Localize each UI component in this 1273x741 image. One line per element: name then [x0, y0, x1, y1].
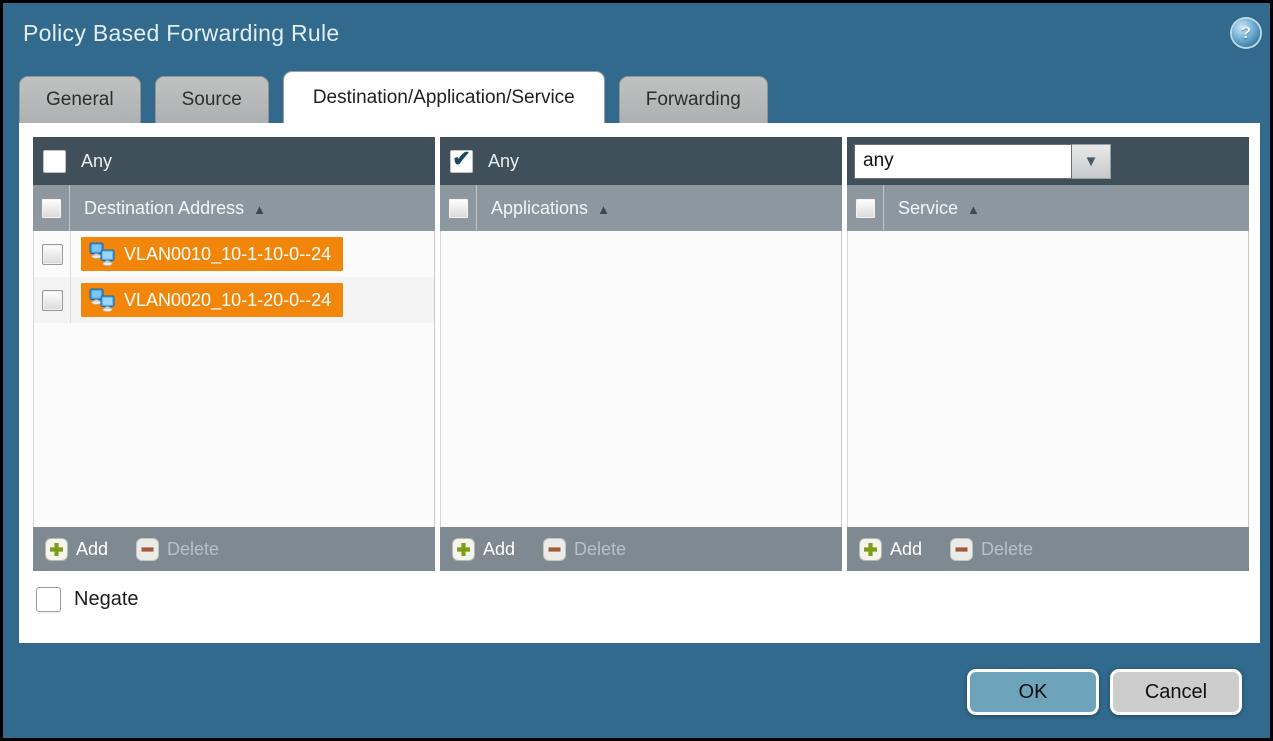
ok-button[interactable]: OK — [967, 669, 1099, 715]
address-label: VLAN0020_10-1-20-0--24 — [124, 290, 331, 311]
row-checkbox[interactable] — [42, 290, 63, 311]
sort-ascending-icon[interactable]: ▲ — [597, 200, 610, 217]
row-checkbox[interactable] — [42, 244, 63, 265]
negate-checkbox[interactable] — [36, 587, 61, 612]
destination-select-all-checkbox[interactable] — [41, 198, 62, 219]
destination-any-label: Any — [81, 151, 112, 172]
policy-based-forwarding-dialog: Policy Based Forwarding Rule ? General S… — [0, 0, 1273, 741]
cancel-button[interactable]: Cancel — [1110, 669, 1242, 715]
applications-delete-button[interactable]: Delete — [543, 538, 626, 561]
address-label: VLAN0010_10-1-10-0--24 — [124, 244, 331, 265]
delete-label: Delete — [167, 539, 219, 560]
dialog-action-buttons: OK Cancel — [967, 669, 1242, 715]
service-column: any ▼ Service ▲ — [847, 137, 1249, 571]
chevron-down-icon: ▼ — [1084, 153, 1099, 170]
row-checkbox-cell — [34, 277, 71, 323]
applications-any-checkbox[interactable]: ✔ — [450, 150, 473, 173]
applications-header-row[interactable]: Applications ▲ — [440, 185, 842, 231]
service-delete-button[interactable]: Delete — [950, 538, 1033, 561]
negate-label: Negate — [74, 588, 139, 611]
service-type-value[interactable]: any — [854, 144, 1072, 179]
row-checkbox-cell — [34, 231, 71, 277]
service-footer: Add Delete — [847, 527, 1249, 571]
add-plus-icon — [45, 538, 68, 561]
delete-minus-icon — [543, 538, 566, 561]
dropdown-button[interactable]: ▼ — [1072, 144, 1111, 179]
destination-select-all-cell — [33, 185, 70, 231]
applications-any-row: ✔ Any — [440, 137, 842, 185]
destination-any-checkbox[interactable]: ✔ — [43, 150, 66, 173]
address-object-chip[interactable]: VLAN0020_10-1-20-0--24 — [81, 283, 343, 317]
service-list — [847, 231, 1249, 527]
service-type-dropdown[interactable]: any ▼ — [854, 144, 1111, 179]
network-address-icon — [89, 242, 116, 267]
service-header-row[interactable]: Service ▲ — [847, 185, 1249, 231]
applications-select-all-checkbox[interactable] — [448, 198, 469, 219]
address-object-chip[interactable]: VLAN0010_10-1-10-0--24 — [81, 237, 343, 271]
destination-footer: Add Delete — [33, 527, 435, 571]
applications-footer: Add Delete — [440, 527, 842, 571]
negate-row: Negate — [36, 587, 139, 612]
dialog-title: Policy Based Forwarding Rule — [23, 20, 340, 47]
add-label: Add — [483, 539, 515, 560]
sort-ascending-icon[interactable]: ▲ — [253, 200, 266, 217]
tab-content-panel: ✔ Any Destination Address ▲ — [19, 123, 1260, 643]
applications-list — [440, 231, 842, 527]
add-plus-icon — [452, 538, 475, 561]
delete-minus-icon — [136, 538, 159, 561]
help-icon[interactable]: ? — [1232, 19, 1260, 47]
applications-add-button[interactable]: Add — [452, 538, 515, 561]
service-header-label[interactable]: Service — [898, 198, 958, 219]
checkmark-icon: ✔ — [452, 148, 470, 170]
applications-header-label[interactable]: Applications — [491, 198, 588, 219]
service-dropdown-row: any ▼ — [847, 137, 1249, 185]
selection-columns: ✔ Any Destination Address ▲ — [33, 137, 1249, 571]
destination-address-row[interactable]: VLAN0020_10-1-20-0--24 — [34, 277, 434, 323]
add-label: Add — [890, 539, 922, 560]
delete-label: Delete — [981, 539, 1033, 560]
destination-delete-button[interactable]: Delete — [136, 538, 219, 561]
delete-label: Delete — [574, 539, 626, 560]
tab-source[interactable]: Source — [155, 76, 269, 123]
destination-address-row[interactable]: VLAN0010_10-1-10-0--24 — [34, 231, 434, 277]
tab-destination-application-service[interactable]: Destination/Application/Service — [283, 71, 605, 123]
network-address-icon — [89, 288, 116, 313]
service-add-button[interactable]: Add — [859, 538, 922, 561]
destination-address-column: ✔ Any Destination Address ▲ — [33, 137, 435, 571]
destination-any-row: ✔ Any — [33, 137, 435, 185]
sort-ascending-icon[interactable]: ▲ — [967, 200, 980, 217]
destination-add-button[interactable]: Add — [45, 538, 108, 561]
service-select-all-checkbox[interactable] — [855, 198, 876, 219]
applications-any-label: Any — [488, 151, 519, 172]
delete-minus-icon — [950, 538, 973, 561]
destination-address-list: VLAN0010_10-1-10-0--24 VLAN0020_10-1-20-… — [33, 231, 435, 527]
question-mark-glyph: ? — [1241, 23, 1251, 43]
add-plus-icon — [859, 538, 882, 561]
applications-select-all-cell — [440, 185, 477, 231]
service-select-all-cell — [847, 185, 884, 231]
tab-forwarding[interactable]: Forwarding — [619, 76, 768, 123]
add-label: Add — [76, 539, 108, 560]
tab-bar: General Source Destination/Application/S… — [19, 73, 782, 123]
tab-general[interactable]: General — [19, 76, 141, 123]
destination-address-header-label[interactable]: Destination Address — [84, 198, 244, 219]
applications-column: ✔ Any Applications ▲ — [440, 137, 842, 571]
destination-address-header-row[interactable]: Destination Address ▲ — [33, 185, 435, 231]
